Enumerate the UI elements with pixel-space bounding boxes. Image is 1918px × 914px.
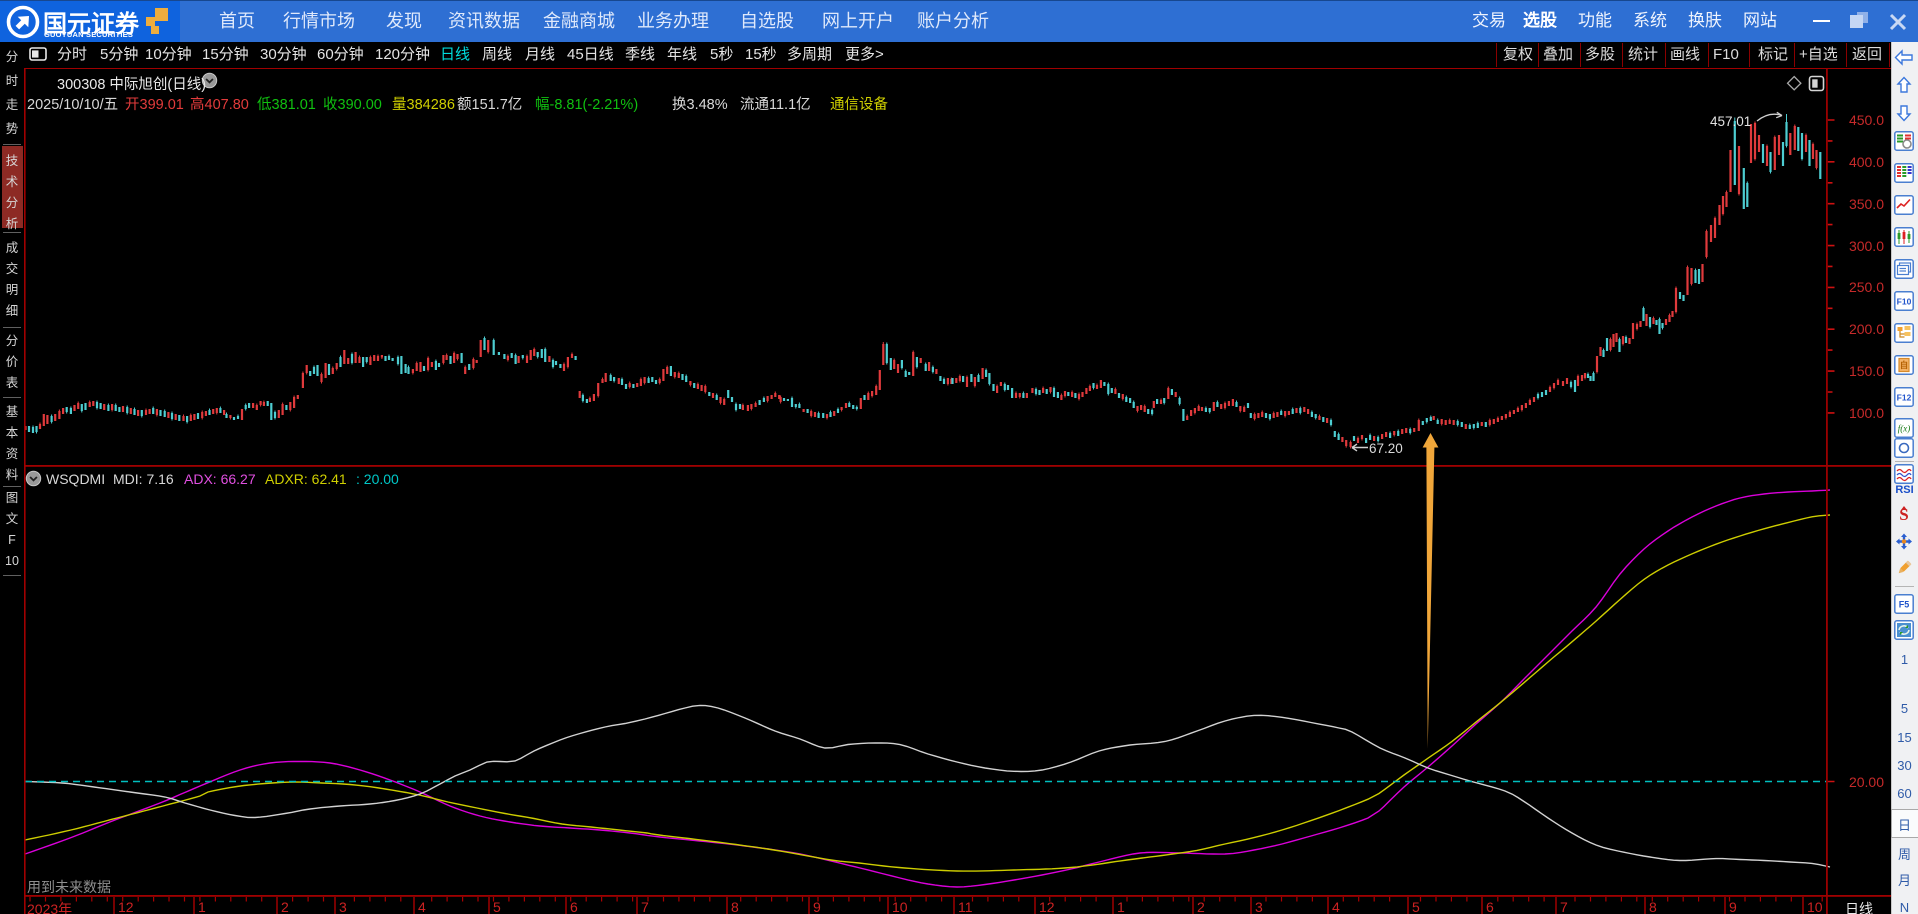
svg-text:F12: F12	[1897, 393, 1912, 403]
svg-text:F10: F10	[1897, 297, 1912, 307]
svg-text:F5: F5	[1899, 600, 1910, 610]
svg-text:f(x): f(x)	[1898, 424, 1911, 434]
svg-text:自: 自	[1900, 360, 1909, 370]
